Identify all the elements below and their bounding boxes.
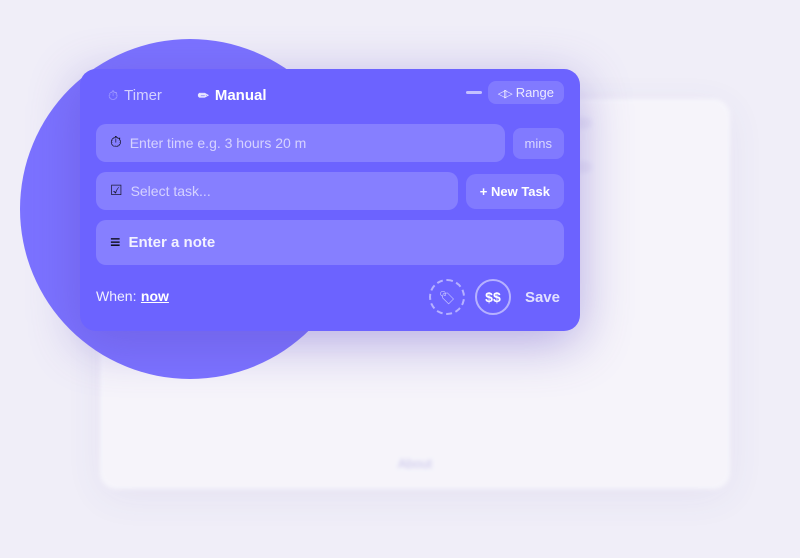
- dollar-icon: $: [485, 289, 501, 305]
- when-label: When:: [96, 288, 136, 304]
- save-button[interactable]: Save: [521, 283, 564, 312]
- task-input-wrap: [96, 172, 458, 210]
- tag-button[interactable]: [429, 279, 465, 315]
- mins-badge: mins: [513, 128, 564, 159]
- clock-icon: [110, 134, 122, 152]
- when-section: When: now: [96, 288, 169, 306]
- tab-timer[interactable]: Timer: [100, 83, 170, 108]
- dollar-button[interactable]: $: [475, 279, 511, 315]
- note-input[interactable]: [129, 234, 550, 251]
- task-row: + New Task: [96, 172, 564, 210]
- task-input[interactable]: [131, 183, 444, 199]
- pencil-icon: [198, 87, 209, 104]
- purple-panel: Range Timer Manual mins: [80, 69, 580, 331]
- check-icon: [110, 182, 123, 200]
- main-container: About Range Timer Manual: [70, 69, 730, 489]
- bottom-row: When: now $ Save: [96, 279, 564, 315]
- when-value[interactable]: now: [141, 288, 169, 304]
- tab-manual[interactable]: Manual: [190, 83, 275, 108]
- panel-content: mins + New Task When: now: [80, 118, 580, 331]
- time-input[interactable]: [130, 135, 491, 151]
- timer-icon: [108, 87, 118, 104]
- about-tab[interactable]: About: [382, 452, 448, 475]
- new-task-button[interactable]: + New Task: [466, 174, 564, 209]
- time-input-wrap: [96, 124, 505, 162]
- bottom-right: $ Save: [429, 279, 564, 315]
- lines-icon: [110, 232, 121, 253]
- time-row: mins: [96, 124, 564, 162]
- tag-icon: [439, 289, 456, 306]
- note-row: [96, 220, 564, 265]
- tab-bar: Timer Manual: [80, 69, 580, 118]
